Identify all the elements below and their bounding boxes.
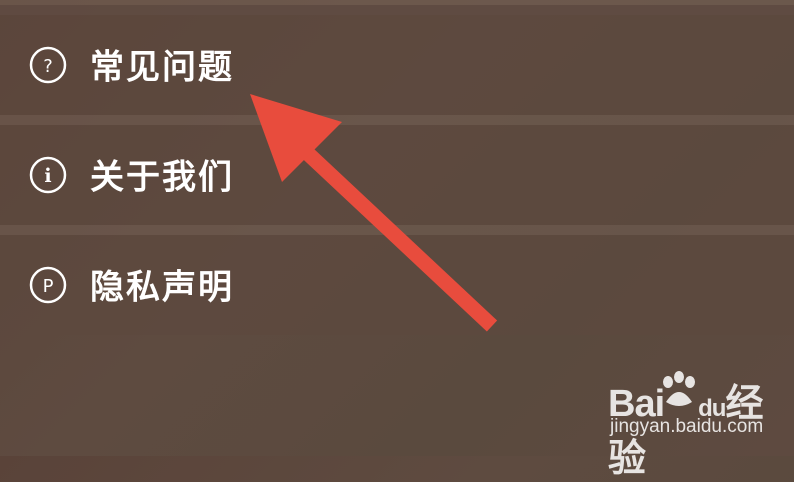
menu-item-privacy[interactable]: P 隐私声明 <box>0 235 794 335</box>
settings-menu: ? 常见问题 i 关于我们 P 隐私声明 <box>0 0 794 335</box>
divider <box>0 225 794 235</box>
menu-item-label: 常见问题 <box>90 47 234 88</box>
svg-text:i: i <box>44 165 51 187</box>
divider <box>0 5 794 15</box>
svg-text:?: ? <box>43 56 53 77</box>
info-icon: i <box>28 155 68 195</box>
watermark-url: jingyan.baidu.com <box>610 416 764 437</box>
menu-item-about[interactable]: i 关于我们 <box>0 125 794 225</box>
menu-item-faq[interactable]: ? 常见问题 <box>0 15 794 115</box>
menu-item-label: 关于我们 <box>90 157 234 198</box>
question-icon: ? <box>28 45 68 85</box>
menu-item-label: 隐私声明 <box>90 267 234 308</box>
divider <box>0 115 794 125</box>
paw-icon <box>663 371 695 406</box>
baidu-jingyan-watermark: Bai du经验 jingyan.baidu.com <box>608 371 788 480</box>
svg-text:P: P <box>43 276 54 297</box>
privacy-p-icon: P <box>28 265 68 305</box>
